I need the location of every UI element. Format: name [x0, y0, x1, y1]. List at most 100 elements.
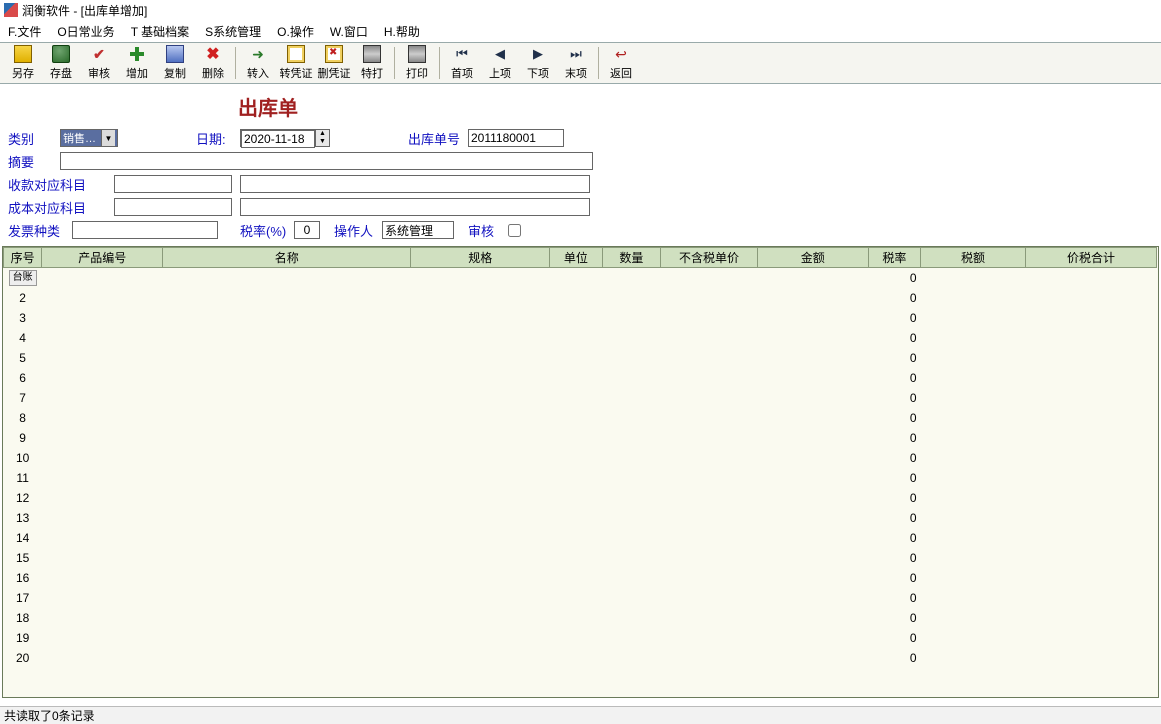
table-row[interactable]: 台账0 — [4, 268, 1157, 288]
cell-unit[interactable] — [550, 508, 602, 528]
cell-amount[interactable] — [757, 468, 868, 488]
cell-unit[interactable] — [550, 328, 602, 348]
cell-code[interactable] — [42, 268, 163, 288]
cell-code[interactable] — [42, 588, 163, 608]
cell-spec[interactable] — [411, 308, 550, 328]
table-row[interactable]: 70 — [4, 388, 1157, 408]
table-row[interactable]: 60 — [4, 368, 1157, 388]
cell-name[interactable] — [163, 348, 411, 368]
cell-spec[interactable] — [411, 568, 550, 588]
cell-name[interactable] — [163, 448, 411, 468]
cell-seq[interactable]: 18 — [4, 608, 42, 628]
cell-taxrate[interactable]: 0 — [868, 528, 920, 548]
cell-amount[interactable] — [757, 328, 868, 348]
cell-code[interactable] — [42, 308, 163, 328]
cell-taxrate[interactable]: 0 — [868, 348, 920, 368]
cell-amount[interactable] — [757, 548, 868, 568]
cell-price[interactable] — [661, 408, 758, 428]
cell-qty[interactable] — [602, 528, 660, 548]
cell-spec[interactable] — [411, 448, 550, 468]
cell-tax[interactable] — [921, 388, 1026, 408]
cell-spec[interactable] — [411, 388, 550, 408]
menu-item-6[interactable]: H.帮助 — [384, 23, 420, 40]
cell-spec[interactable] — [411, 408, 550, 428]
cell-spec[interactable] — [411, 468, 550, 488]
cell-unit[interactable] — [550, 428, 602, 448]
cell-qty[interactable] — [602, 548, 660, 568]
cell-total[interactable] — [1025, 468, 1156, 488]
cell-amount[interactable] — [757, 528, 868, 548]
cell-qty[interactable] — [602, 368, 660, 388]
cell-amount[interactable] — [757, 288, 868, 308]
cell-name[interactable] — [163, 608, 411, 628]
cell-name[interactable] — [163, 368, 411, 388]
toolbar-import-button[interactable]: ➜转入 — [239, 43, 277, 83]
cell-seq[interactable]: 8 — [4, 408, 42, 428]
toolbar-save-as-button[interactable]: 另存 — [4, 43, 42, 83]
cell-taxrate[interactable]: 0 — [868, 288, 920, 308]
toolbar-delete-button[interactable]: ✖删除 — [194, 43, 232, 83]
cell-code[interactable] — [42, 368, 163, 388]
cell-code[interactable] — [42, 488, 163, 508]
cell-code[interactable] — [42, 548, 163, 568]
cell-name[interactable] — [163, 508, 411, 528]
cell-taxrate[interactable]: 0 — [868, 388, 920, 408]
col-qty[interactable]: 数量 — [602, 248, 660, 268]
cell-price[interactable] — [661, 268, 758, 288]
toolbar-save-button[interactable]: 存盘 — [42, 43, 80, 83]
cell-unit[interactable] — [550, 348, 602, 368]
cell-spec[interactable] — [411, 648, 550, 668]
table-row[interactable]: 160 — [4, 568, 1157, 588]
cell-qty[interactable] — [602, 288, 660, 308]
cell-name[interactable] — [163, 308, 411, 328]
cell-amount[interactable] — [757, 348, 868, 368]
cell-seq[interactable]: 5 — [4, 348, 42, 368]
cell-seq[interactable]: 4 — [4, 328, 42, 348]
col-seq[interactable]: 序号 — [4, 248, 42, 268]
date-field[interactable]: ▲▼ — [240, 129, 330, 147]
cell-taxrate[interactable]: 0 — [868, 268, 920, 288]
cell-unit[interactable] — [550, 488, 602, 508]
table-row[interactable]: 150 — [4, 548, 1157, 568]
col-unit[interactable]: 单位 — [550, 248, 602, 268]
table-row[interactable]: 200 — [4, 648, 1157, 668]
cell-price[interactable] — [661, 648, 758, 668]
cell-code[interactable] — [42, 528, 163, 548]
cell-price[interactable] — [661, 568, 758, 588]
table-row[interactable]: 140 — [4, 528, 1157, 548]
menu-item-0[interactable]: F.文件 — [8, 23, 41, 40]
col-code[interactable]: 产品编号 — [42, 248, 163, 268]
cell-code[interactable] — [42, 408, 163, 428]
table-row[interactable]: 20 — [4, 288, 1157, 308]
cell-total[interactable] — [1025, 648, 1156, 668]
doc-no-input[interactable] — [468, 129, 564, 147]
cell-total[interactable] — [1025, 448, 1156, 468]
toolbar-prev-button[interactable]: ◀上项 — [481, 43, 519, 83]
cell-qty[interactable] — [602, 348, 660, 368]
cell-amount[interactable] — [757, 588, 868, 608]
operator-input[interactable] — [382, 221, 454, 239]
cell-seq[interactable]: 20 — [4, 648, 42, 668]
cell-tax[interactable] — [921, 348, 1026, 368]
cell-seq[interactable]: 10 — [4, 448, 42, 468]
cell-code[interactable] — [42, 448, 163, 468]
cell-price[interactable] — [661, 388, 758, 408]
col-total[interactable]: 价税合计 — [1025, 248, 1156, 268]
toolbar-voucher-button[interactable]: 转凭证 — [277, 43, 315, 83]
cell-price[interactable] — [661, 488, 758, 508]
category-combo[interactable]: 销售… ▼ — [60, 129, 118, 147]
cell-spec[interactable] — [411, 348, 550, 368]
cell-tax[interactable] — [921, 608, 1026, 628]
table-row[interactable]: 110 — [4, 468, 1157, 488]
cell-qty[interactable] — [602, 508, 660, 528]
cell-total[interactable] — [1025, 428, 1156, 448]
cell-tax[interactable] — [921, 268, 1026, 288]
chevron-down-icon[interactable]: ▼ — [101, 130, 115, 146]
cell-unit[interactable] — [550, 288, 602, 308]
cell-qty[interactable] — [602, 388, 660, 408]
cell-qty[interactable] — [602, 468, 660, 488]
cell-unit[interactable] — [550, 448, 602, 468]
cell-seq[interactable]: 3 — [4, 308, 42, 328]
cell-amount[interactable] — [757, 568, 868, 588]
table-row[interactable]: 30 — [4, 308, 1157, 328]
